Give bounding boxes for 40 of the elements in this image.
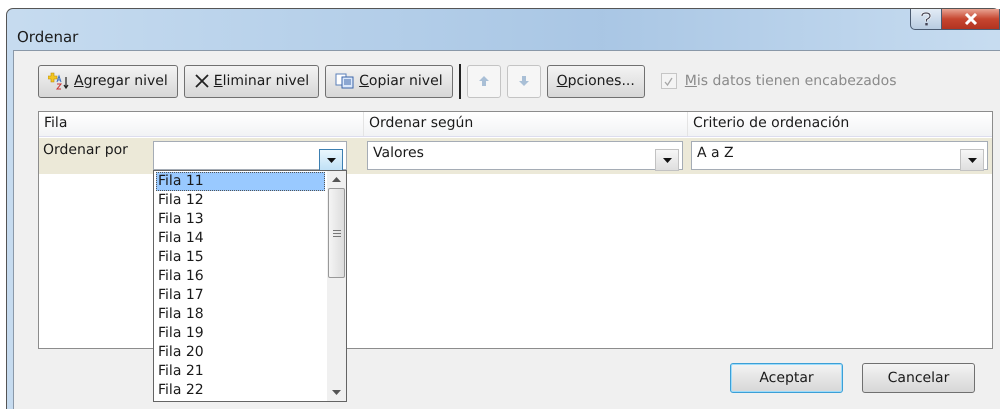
list-item[interactable]: Fila 19 (156, 324, 325, 343)
list-item[interactable]: Fila 16 (156, 267, 325, 286)
row-label: Ordenar por (43, 141, 129, 160)
scroll-up-icon (332, 177, 341, 182)
sort-on-combobox[interactable]: Valores (367, 141, 683, 170)
order-combobox[interactable]: A a Z (691, 141, 988, 170)
add-level-button[interactable]: Agregar nivel (38, 64, 178, 98)
column-header: Criterio de ordenación (687, 112, 992, 136)
check-icon (663, 76, 674, 86)
list-item[interactable]: Fila 13 (156, 210, 325, 229)
cancel-button[interactable]: Cancelar (862, 363, 975, 393)
column-header: Ordenar según (363, 112, 687, 136)
list-item[interactable]: Fila 17 (156, 286, 325, 305)
copy-icon (335, 73, 356, 89)
help-icon (920, 12, 932, 26)
list-item[interactable]: Fila 22 (156, 381, 325, 400)
column-header: Fila (43, 114, 68, 133)
close-button[interactable] (942, 9, 1000, 30)
copy-level-button[interactable]: Copiar nivel (325, 64, 453, 98)
window-title: Ordenar (17, 28, 78, 46)
checkbox-label: Mis datos tienen encabezados (684, 73, 897, 89)
list-item[interactable]: Fila 21 (156, 362, 325, 381)
scroll-down-icon (332, 390, 341, 395)
options-button[interactable]: Opciones... (546, 64, 645, 98)
list-item[interactable]: Fila 20 (156, 343, 325, 362)
close-icon (964, 13, 978, 25)
list-item[interactable]: Fila 14 (156, 229, 325, 248)
list-item[interactable]: Fila 18 (156, 305, 325, 324)
x-icon (194, 73, 210, 89)
list-item[interactable]: Fila 15 (156, 248, 325, 267)
ok-button[interactable]: Aceptar (730, 363, 843, 393)
delete-level-button[interactable]: Eliminar nivel (184, 64, 320, 98)
help-button[interactable] (910, 9, 942, 30)
arrow-down-icon (518, 75, 530, 87)
add-sort-icon (48, 72, 70, 90)
vertical-scrollbar[interactable] (327, 171, 346, 401)
arrow-up-icon (478, 75, 490, 87)
list-item[interactable]: Fila 11 (156, 172, 325, 191)
scroll-thumb[interactable] (328, 188, 345, 278)
list-item[interactable]: Fila 12 (156, 191, 325, 210)
